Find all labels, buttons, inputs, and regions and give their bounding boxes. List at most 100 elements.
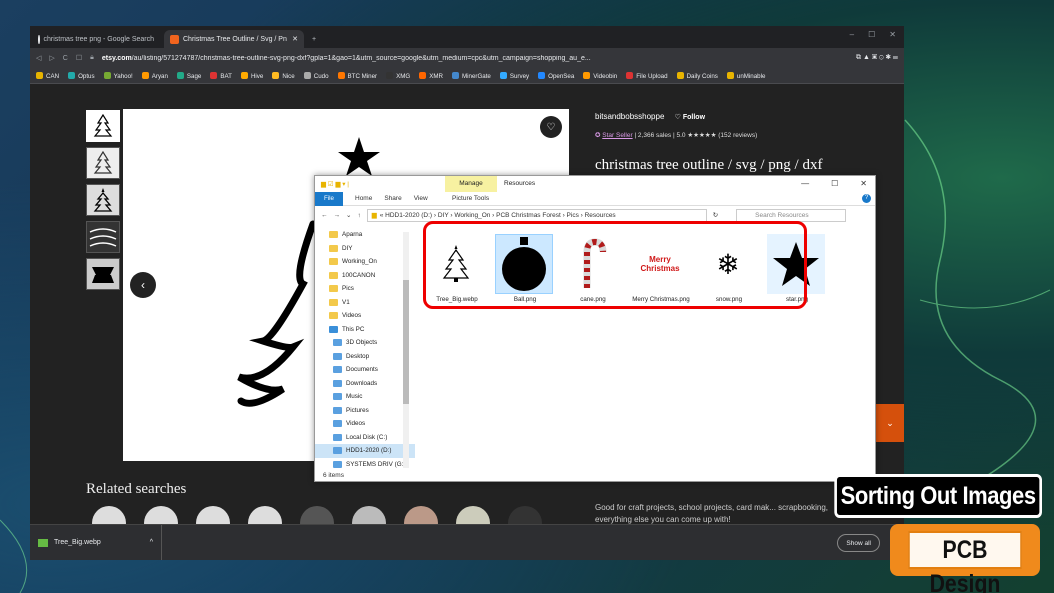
back-icon[interactable]: ← [321,212,328,219]
nav-item[interactable]: Documents [315,363,415,377]
bookmark-item[interactable]: File Upload [626,71,668,80]
thumbnail-4[interactable] [86,221,120,253]
breadcrumb[interactable]: ▆ « HDD1-2020 (D:) › DIY › Working_On › … [366,208,707,222]
thumbnail-5[interactable] [86,258,120,290]
maximize-icon[interactable]: ☐ [868,30,875,39]
forward-icon[interactable]: → [334,212,341,219]
bookmark-item[interactable]: Survey [499,71,529,80]
close-icon[interactable]: ✕ [889,30,896,39]
tab-etsy[interactable]: Christmas Tree Outline / Svg / Pn ✕ [164,30,304,48]
navigation-pane: Aparna DIY Working_On 100CANON Pics V1 Videos T… [315,228,415,472]
search-input[interactable]: Search Resources [736,208,847,222]
ribbon-tab-home[interactable]: Home [355,195,372,202]
nav-item[interactable]: Local Disk (C:) [315,431,415,445]
close-tab-icon[interactable]: ✕ [292,35,298,43]
related-searches-heading: Related searches [86,481,187,497]
star-seller-link[interactable]: Star Seller [602,132,632,139]
nav-item[interactable]: V1 [315,296,415,310]
bookmark-item[interactable]: Hive [240,71,263,80]
nav-item[interactable]: Desktop [315,350,415,364]
nav-item[interactable]: This PC [315,323,415,337]
chevron-up-icon[interactable]: ^ [150,539,153,546]
new-tab-button[interactable]: + [306,30,322,48]
thumbnail-1[interactable] [86,110,120,142]
help-icon[interactable]: ? [862,194,871,203]
nav-item[interactable]: Pictures [315,404,415,418]
minimize-icon[interactable]: — [801,179,809,188]
bookmark-item[interactable]: Daily Coins [676,71,718,80]
nav-item[interactable]: Downloads [315,377,415,391]
ribbon-tabs: File Home Share View Picture Tools ? [315,191,875,206]
bookmark-item[interactable]: Aryan [141,71,168,80]
computer-icon [329,325,338,333]
maximize-icon[interactable]: ☐ [831,179,838,188]
thumbnail-2[interactable] [86,147,120,179]
bookmark-icon[interactable]: ☐ [76,54,82,62]
bookmark-item[interactable]: unMinable [726,71,765,80]
product-title: christmas tree outline / svg / png / dxf [595,157,823,173]
nav-item[interactable]: Pics [315,282,415,296]
bookmark-item[interactable]: Yahoo! [103,71,133,80]
previous-image-button[interactable]: ‹ [130,272,156,298]
bookmark-item[interactable]: BAT [210,71,232,80]
product-description: Good for craft projects, school projects… [595,503,828,524]
window-controls: – ☐ ✕ [850,30,896,39]
close-icon[interactable]: ✕ [860,179,867,188]
nav-item[interactable]: SYSTEMS DRIV (G:) [315,458,415,472]
bookmark-item[interactable]: MinerGate [451,71,491,80]
ribbon-tab-share[interactable]: Share [384,195,401,202]
bookmark-item[interactable]: Optus [68,71,95,80]
bookmark-item[interactable]: Cudo [303,71,329,80]
nav-item[interactable]: Working_On [315,255,415,269]
reload-icon[interactable]: C [63,55,68,62]
folder-icon [333,433,342,441]
nav-item[interactable]: Videos [315,417,415,431]
folder-icon [329,271,338,279]
bookmark-item[interactable]: CAN [36,71,59,80]
bookmarks-bar: CAN Optus Yahoo! Aryan Sage BAT Hive Nice Cudo BT… [30,68,904,84]
nav-scrollbar[interactable] [403,232,409,468]
thumbnail-strip [86,110,120,295]
add-to-cart-button[interactable]: ⌄ [876,404,904,442]
bookmark-item[interactable]: XMR [419,71,443,80]
caption-pcb-design: PCB Design [890,524,1040,593]
download-item[interactable]: Tree_Big.webp ^ [30,525,162,560]
bookmark-icon [583,71,591,79]
show-all-button[interactable]: Show all [837,534,880,552]
bookmark-icon [303,71,311,79]
nav-item[interactable]: Music [315,390,415,404]
bookmark-icon [240,71,248,79]
tab-google[interactable]: christmas tree png - Google Search [32,30,160,48]
bookmark-item[interactable]: BTC Miner [337,71,377,80]
folder-icon [333,460,342,468]
folder-icon [333,379,342,387]
follow-button[interactable]: ♡ Follow [675,114,705,121]
explorer-titlebar: ▆ ☑ ▆ ▾ | Manage Resources — ☐ ✕ [315,176,875,192]
shop-name[interactable]: bitsandbobsshoppe ♡ Follow [595,112,705,121]
up-icon[interactable]: ↑ [357,212,360,219]
url-field[interactable]: etsy.com/au/listing/571274787/christmas-… [102,55,848,62]
bookmark-item[interactable]: OpenSea [538,71,574,80]
bookmark-item[interactable]: Sage [176,71,201,80]
minimize-icon[interactable]: – [850,30,854,39]
favorite-heart-icon[interactable]: ♡ [540,116,562,138]
bookmark-item[interactable]: Nice [272,71,295,80]
nav-item[interactable]: 100CANON [315,269,415,283]
thumbnail-3[interactable] [86,184,120,216]
forward-icon[interactable]: ▷ [49,54,54,62]
back-icon[interactable]: ◁ [36,54,41,62]
bookmark-item[interactable]: XMG [386,71,410,80]
nav-item[interactable]: 3D Objects [315,336,415,350]
ribbon-tab-view[interactable]: View [414,195,428,202]
manage-tab[interactable]: Manage [445,176,497,192]
nav-item[interactable]: Aparna [315,228,415,242]
bookmark-item[interactable]: Videobin [583,71,617,80]
nav-item[interactable]: DIY [315,242,415,256]
dropdown-icon[interactable]: ⌄ [346,211,351,219]
nav-item[interactable]: Videos [315,309,415,323]
ribbon-tab-file[interactable]: File [315,191,343,206]
refresh-icon[interactable]: ↻ [713,211,718,219]
extensions-icon[interactable]: ⧉ ▲ ▣ ⊙ ✱ ☰ [856,54,898,62]
ribbon-tab-picture-tools[interactable]: Picture Tools [452,195,490,202]
nav-item[interactable]: HDD1-2020 (D:) [315,444,415,458]
